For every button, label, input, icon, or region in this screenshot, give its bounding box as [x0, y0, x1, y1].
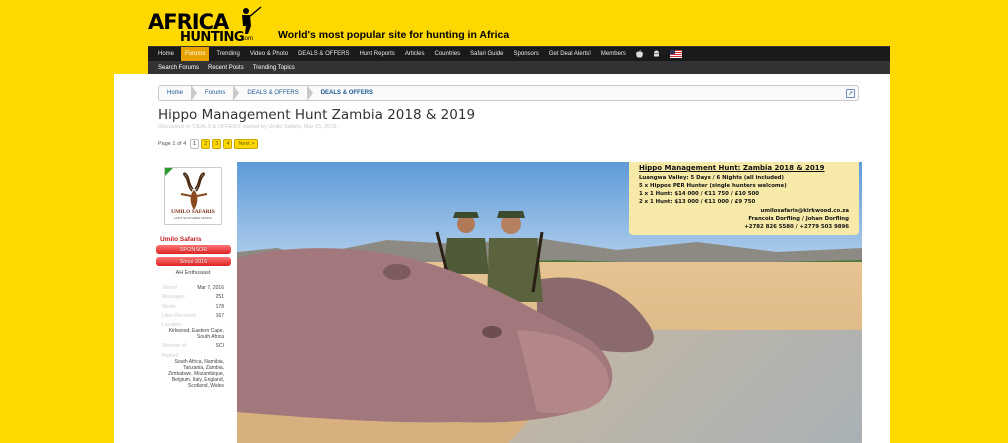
breadcrumb-deals-offers[interactable]: DEALS & OFFERS [239, 85, 314, 101]
subnav-trending-topics[interactable]: Trending Topics [253, 65, 295, 71]
username-link[interactable]: Umilo Safaris [160, 236, 202, 243]
nav-home[interactable]: Home [158, 47, 174, 61]
stat-value[interactable]: 251 [216, 294, 224, 300]
nav-deals-offers[interactable]: DEALS & OFFERS [298, 47, 349, 61]
breadcrumb: Home Forums DEALS & OFFERS DEALS & OFFER… [158, 85, 859, 101]
nav-forums[interactable]: Forums [181, 47, 210, 61]
main-navigation: Home Forums Trending Video & Photo DEALS… [148, 46, 890, 61]
breadcrumb-forums[interactable]: Forums [197, 85, 240, 101]
thread-title: Hippo Management Hunt Zambia 2018 & 2019 [158, 107, 476, 123]
kudu-logo-icon [180, 172, 208, 210]
breadcrumb-deals-offers-current[interactable]: DEALS & OFFERS [313, 86, 387, 100]
post-author-sidebar: UMILO SAFARIS HUNT SOUTHERN AFRICA Umilo… [154, 163, 232, 443]
promo-phones: +2782 826 5580 / +2779 503 9896 [744, 224, 849, 230]
site-tagline: World's most popular site for hunting in… [278, 29, 510, 41]
stat-value[interactable]: 178 [216, 304, 224, 310]
page-label: Page 1 of 4 [158, 141, 187, 147]
nav-trending[interactable]: Trending [216, 47, 239, 61]
stat-key: Messages [162, 294, 185, 301]
promo-line: 2 x 1 Hunt: $13 000 / €11 000 / £9 750 [639, 199, 756, 205]
avatar[interactable]: UMILO SAFARIS HUNT SOUTHERN AFRICA [164, 167, 222, 225]
nav-countries[interactable]: Countries [434, 47, 460, 61]
promo-email: umilosafaris@kirkwood.co.za [760, 208, 849, 214]
subnav-search-forums[interactable]: Search Forums [158, 65, 199, 71]
promo-line: 1 x 1 Hunt: $14 000 / €11 750 / £10 500 [639, 191, 759, 197]
next-page-button[interactable]: Next > [234, 139, 259, 149]
nav-articles[interactable]: Articles [405, 47, 425, 61]
thread-meta: Discussion in 'DEALS & OFFERS' started b… [158, 124, 338, 130]
android-icon[interactable] [653, 47, 660, 61]
stat-row: Location Kirkwood, Eastern Cape, South Af… [162, 322, 224, 340]
stat-row: Joined Mar 7, 2016 [162, 285, 224, 291]
stat-row: Media 178 [162, 304, 224, 310]
nav-hunt-reports[interactable]: Hunt Reports [359, 47, 394, 61]
user-role: AH Enthusiast [175, 270, 211, 276]
pagination: Page 1 of 4 1 2 3 4 Next > [158, 139, 259, 149]
stat-row: Hunted South Africa, Namibia, Tanzania, Z… [162, 353, 224, 389]
sponsor-badge: SPONSOR [156, 245, 231, 254]
nav-video-photo[interactable]: Video & Photo [250, 47, 288, 61]
promo-contacts: Francois Dorfling / Johan Dorfling [748, 216, 849, 222]
stat-value: 167 [215, 312, 224, 319]
subnav-recent-posts[interactable]: Recent Posts [208, 65, 244, 71]
page-4[interactable]: 4 [223, 139, 233, 149]
jump-to-icon[interactable]: ↗ [846, 89, 855, 98]
stat-row: Member of SCI [162, 343, 224, 349]
promo-line: Luangwa Valley: 5 Days / 6 Nights (all i… [639, 175, 784, 181]
sub-navigation: Search Forums Recent Posts Trending Topi… [148, 61, 890, 74]
avatar-brand-subtext: HUNT SOUTHERN AFRICA [174, 216, 212, 220]
stat-row: Messages 251 [162, 294, 224, 300]
nav-sponsors[interactable]: Sponsors [514, 47, 539, 61]
nav-members[interactable]: Members [601, 47, 626, 61]
stat-value: South Africa, Namibia, Tanzania, Zambia,… [168, 358, 224, 389]
avatar-brand-text: UMILO SAFARIS [171, 209, 215, 215]
us-flag-icon[interactable] [669, 47, 682, 61]
stat-key: Joined [162, 285, 177, 291]
stat-key: Member of [162, 343, 186, 350]
logo-suffix: .com [240, 36, 254, 42]
stat-key: Media [162, 303, 176, 310]
stat-row: Likes Received 167 [162, 313, 224, 319]
page-2[interactable]: 2 [201, 139, 211, 149]
hunter-silhouette-icon [242, 6, 262, 34]
online-indicator [165, 168, 173, 176]
promo-overlay: Hippo Management Hunt: Zambia 2018 & 201… [629, 162, 859, 235]
since-badge: Since 2016 [156, 257, 231, 266]
promo-line: 5 x Hippos PER Hunter (single hunters we… [639, 183, 787, 189]
stat-value: Mar 7, 2016 [197, 285, 224, 291]
breadcrumb-home[interactable]: Home [159, 85, 198, 101]
page-1[interactable]: 1 [190, 139, 200, 149]
nav-safari-guide[interactable]: Safari Guide [470, 47, 503, 61]
logo-sub-text: HUNTING [180, 30, 245, 45]
site-logo[interactable]: AFRICA HUNTING .com [148, 6, 266, 45]
page-3[interactable]: 3 [212, 139, 222, 149]
nav-deal-alerts[interactable]: Get Deal Alerts! [549, 47, 591, 61]
promo-title: Hippo Management Hunt: Zambia 2018 & 201… [639, 164, 825, 172]
stat-key: Likes Received [162, 312, 196, 319]
stat-value[interactable]: Kirkwood, Eastern Cape, South Africa [162, 328, 224, 340]
user-stats: Joined Mar 7, 2016 Messages 251 Media 178 L… [162, 285, 224, 392]
apple-icon[interactable] [636, 47, 643, 61]
stat-value: SCI [215, 343, 224, 350]
